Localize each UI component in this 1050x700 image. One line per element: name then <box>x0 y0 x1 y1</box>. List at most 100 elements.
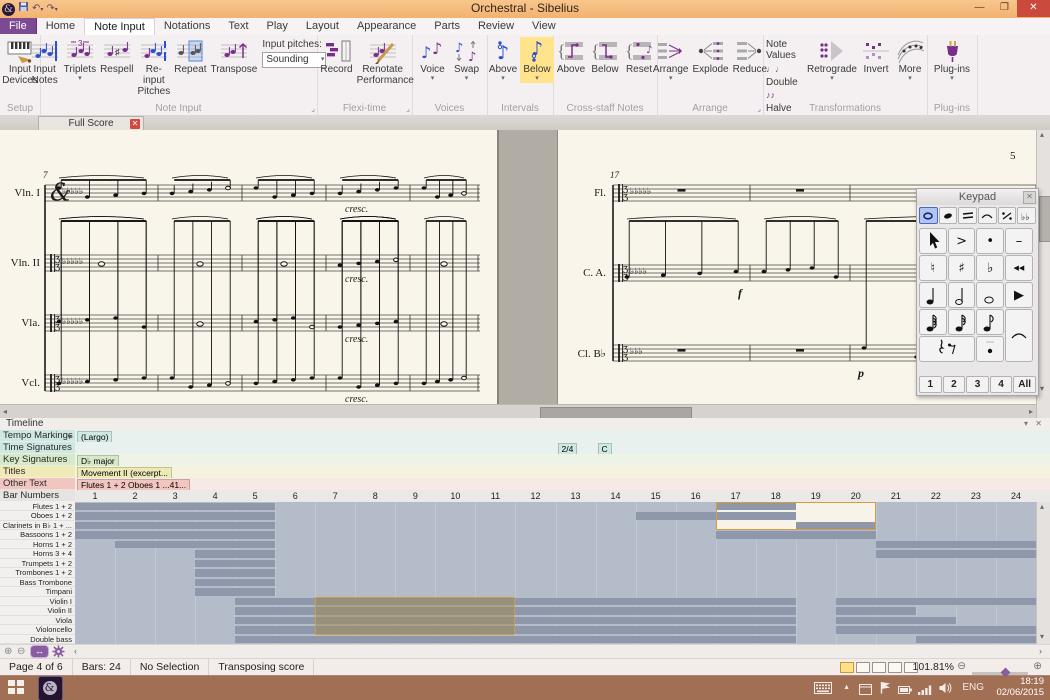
tab-appearance[interactable]: Appearance <box>348 18 425 34</box>
sharp-key[interactable]: ♯ <box>948 255 976 281</box>
voice-2-button[interactable]: 2 <box>943 376 966 393</box>
timeline-instrument-block[interactable] <box>115 541 275 548</box>
timeline-instrument-label[interactable]: Timpani <box>0 587 75 596</box>
timeline-event-tag[interactable]: (Largo) <box>77 431 112 443</box>
tab-view[interactable]: View <box>523 18 565 34</box>
tab-layout[interactable]: Layout <box>297 18 348 34</box>
swap-button[interactable]: ♪♪Swap▾ <box>450 37 484 83</box>
record-button[interactable]: Record <box>318 37 354 76</box>
timeline-fit-width-icon[interactable]: ↔ <box>31 646 48 657</box>
tab-home[interactable]: Home <box>37 18 84 34</box>
timeline-instrument-label[interactable]: Bass Trombone <box>0 578 75 587</box>
double-note-values-button[interactable]: ♩♩ Double <box>766 63 802 89</box>
flat-key[interactable]: ♭ <box>976 255 1004 281</box>
timeline-scroll-up-icon[interactable]: ▴ <box>1040 500 1044 514</box>
accidentals-tab[interactable]: ♭♭ <box>1017 207 1036 224</box>
tray-window-icon[interactable] <box>859 682 872 700</box>
common-notes-tab[interactable] <box>919 207 938 224</box>
tab-file[interactable]: File <box>0 18 37 34</box>
tab-text[interactable]: Text <box>219 18 257 34</box>
sixteenth-note-key[interactable] <box>948 309 976 335</box>
timeline-event-tag[interactable]: 2/4 <box>558 443 578 455</box>
timeline-menu-icon[interactable]: ▾ <box>1024 419 1028 428</box>
input-notes-button[interactable]: Input Notes <box>28 37 62 87</box>
above-button[interactable]: ♪Above▾ <box>486 37 520 83</box>
touch-keyboard-icon[interactable] <box>814 681 832 699</box>
timeline-row-label[interactable]: Time Signatures <box>0 442 75 454</box>
timeline-row-label[interactable]: Titles <box>0 466 75 478</box>
staccato-key[interactable]: • <box>976 228 1004 254</box>
transpose-button[interactable]: Transpose <box>208 37 259 76</box>
tie-key[interactable] <box>1005 309 1033 362</box>
volume-icon[interactable] <box>939 681 952 699</box>
timeline-event-tag[interactable]: Movement II (excerpt... <box>77 467 172 479</box>
taskbar-sibelius-icon[interactable]: & <box>38 676 63 700</box>
renotate-performance-button[interactable]: Renotate Performance <box>355 37 411 87</box>
score-area[interactable]: &♭♭♭♭♭ƷƷ♭♭♭♭♭ƷƷ♭♭♭♭♭ƷƷ♭♭♭♭♭Vln. Icresc.V… <box>0 130 1050 418</box>
timeline-instrument-block[interactable] <box>75 503 275 510</box>
timeline-instrument-label[interactable]: Horns 3 + 4 <box>0 549 75 558</box>
below-button[interactable]: ♪Below▾ <box>520 37 554 83</box>
timeline-instrument-block[interactable] <box>235 636 796 643</box>
timeline-instrument-block[interactable] <box>876 550 1036 557</box>
voice-1-button[interactable]: 1 <box>919 376 942 393</box>
whole-note-key[interactable] <box>976 282 1004 308</box>
timeline-instrument-label[interactable]: Trombones 1 + 2 <box>0 568 75 577</box>
timeline-instrument-block[interactable] <box>916 636 1036 643</box>
timeline-instrument-label[interactable]: Viola <box>0 616 75 625</box>
timeline-instrument-label[interactable]: Violin II <box>0 606 75 615</box>
timeline-scroll-down-icon[interactable]: ▾ <box>1040 630 1044 644</box>
invert-button[interactable]: Invert <box>859 37 893 76</box>
explode-button[interactable]: Explode <box>690 37 730 76</box>
dialog-launcher-icon[interactable]: ⌟ <box>311 104 315 113</box>
zoom-in-icon[interactable]: ⊕ <box>1033 659 1042 674</box>
natural-key[interactable]: ♮ <box>919 255 947 281</box>
scroll-up-icon[interactable]: ▴ <box>1040 128 1044 142</box>
pointer-key[interactable] <box>919 228 947 254</box>
quarter-note-key[interactable] <box>919 282 947 308</box>
tab-review[interactable]: Review <box>469 18 523 34</box>
triplets-button[interactable]: 3Triplets▾ <box>62 37 98 83</box>
timeline-event-tag[interactable]: D♭ major <box>77 455 119 467</box>
tray-expand-icon[interactable]: ▲ <box>843 684 850 691</box>
zoom-out-icon[interactable]: ⊖ <box>957 659 966 674</box>
timeline-instrument-block[interactable] <box>75 512 275 519</box>
timeline-zoom-in-icon[interactable]: ⊕ <box>4 645 12 658</box>
scroll-right-icon[interactable]: ▸ <box>1029 405 1033 419</box>
action-center-flag-icon[interactable] <box>880 681 892 699</box>
beams-tremolos-tab[interactable] <box>958 207 977 224</box>
timeline-instrument-block[interactable] <box>836 617 956 624</box>
rest-key[interactable] <box>919 336 975 362</box>
timeline-instrument-label[interactable]: Violoncello <box>0 625 75 634</box>
timeline-row-label[interactable]: Other Text <box>0 478 75 490</box>
maximize-button[interactable]: ❐ <box>992 0 1017 17</box>
augmentation-dot-key[interactable] <box>976 336 1004 362</box>
timeline-row-label[interactable]: Tempo Markings▼ <box>0 430 75 442</box>
timeline-instrument-block[interactable] <box>195 550 275 557</box>
view-mode-icon-2[interactable] <box>856 662 870 673</box>
thirtysecond-note-key[interactable] <box>919 309 947 335</box>
scroll-down-icon[interactable]: ▾ <box>1040 382 1044 396</box>
tab-play[interactable]: Play <box>258 18 297 34</box>
timeline-instrument-label[interactable]: Violin I <box>0 597 75 606</box>
timeline-instrument-label[interactable]: Bassoons 1 + 2 <box>0 530 75 539</box>
respell-button[interactable]: ♯Respell <box>98 37 135 76</box>
half-note-key[interactable] <box>948 282 976 308</box>
timeline-instrument-block[interactable] <box>636 512 716 519</box>
timeline-scroll-right-icon[interactable]: › <box>1039 645 1042 658</box>
more-button[interactable]: More▾ <box>893 37 927 83</box>
windows-start-icon[interactable] <box>8 680 24 694</box>
repeat-button[interactable]: Repeat <box>172 37 208 76</box>
view-mode-icon-1[interactable] <box>840 662 854 673</box>
timeline-instrument-label[interactable]: Clarinets in B♭ 1 + ... <box>0 521 75 530</box>
tab-parts[interactable]: Parts <box>425 18 469 34</box>
timeline-selection-box[interactable] <box>315 597 515 635</box>
battery-icon[interactable] <box>898 682 912 700</box>
voice-button[interactable]: ♪♪Voice▾ <box>416 37 450 83</box>
language-indicator[interactable]: ENG <box>962 682 984 693</box>
keypad-close-icon[interactable]: ✕ <box>1023 191 1036 204</box>
timeline-instrument-block[interactable] <box>836 626 1036 633</box>
timeline-scroll-left-icon[interactable]: ‹ <box>74 645 77 658</box>
plug-ins-button[interactable]: Plug-ins▾ <box>932 37 972 83</box>
timeline-instrument-block[interactable] <box>195 569 275 576</box>
